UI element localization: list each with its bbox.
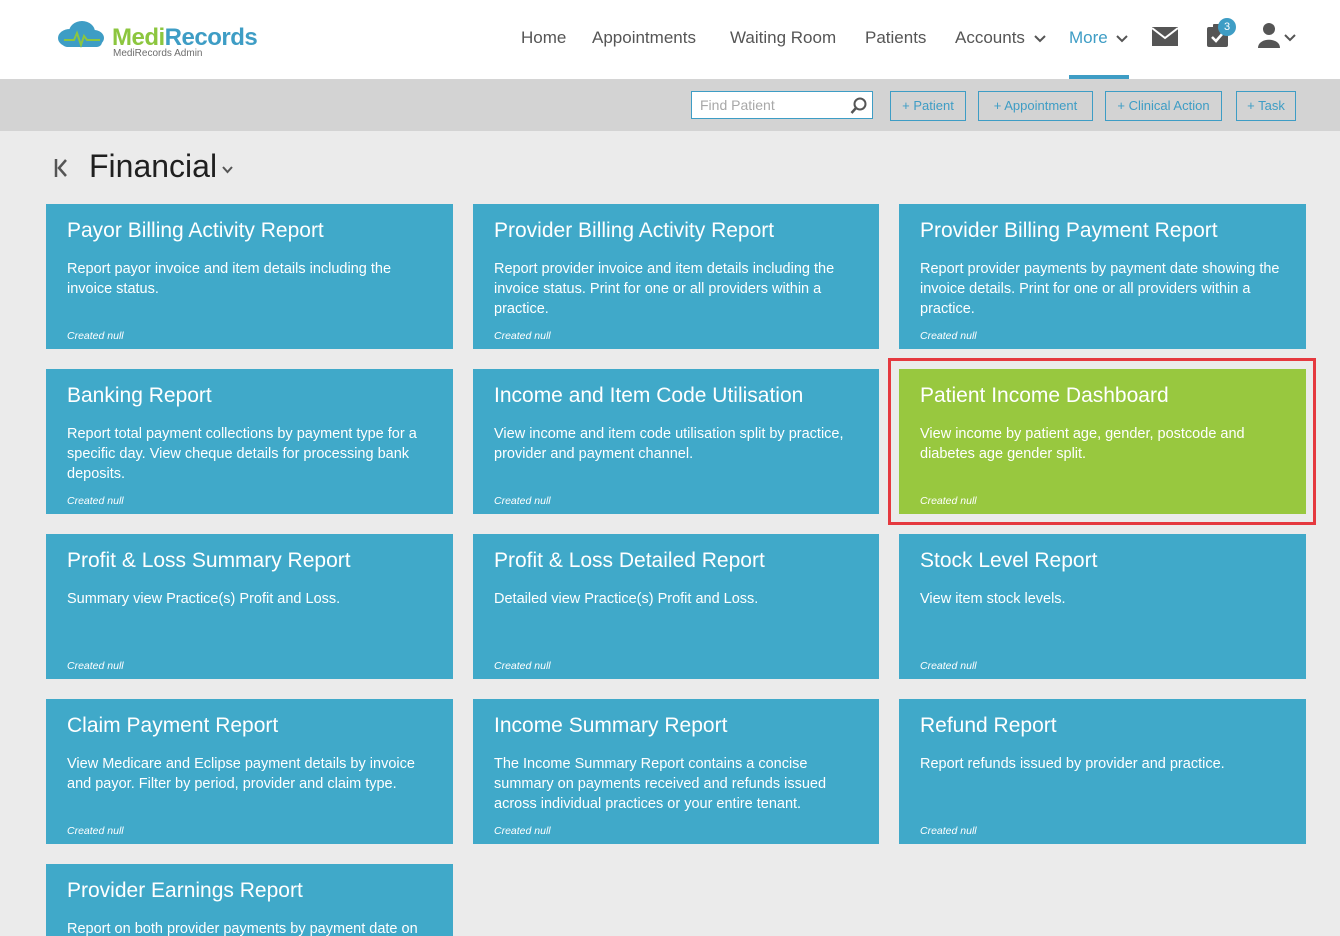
card-description: Report refunds issued by provider and pr… [920, 756, 1225, 772]
nav-home[interactable]: Home [521, 28, 566, 48]
report-card-banking[interactable]: Banking Report Report total payment coll… [46, 369, 453, 514]
report-card-income-summary[interactable]: Income Summary Report The Income Summary… [473, 699, 879, 844]
report-card-provider-billing-activity[interactable]: Provider Billing Activity Report Report … [473, 204, 879, 349]
nav-more[interactable]: More [1069, 28, 1129, 48]
find-patient-input[interactable] [692, 92, 850, 118]
card-title: Banking Report [67, 384, 212, 407]
search-icon[interactable] [850, 97, 868, 115]
nav-accounts-label: Accounts [955, 28, 1025, 47]
card-created-label: Created null [67, 660, 124, 672]
tasks-count-badge: 3 [1218, 18, 1236, 36]
card-description: View income and item code utilisation sp… [494, 426, 844, 462]
card-description: Summary view Practice(s) Profit and Loss… [67, 591, 341, 607]
card-title: Patient Income Dashboard [920, 384, 1169, 407]
nav-accounts[interactable]: Accounts [955, 28, 1046, 48]
report-card-patient-income-dashboard[interactable]: Patient Income Dashboard View income by … [899, 369, 1306, 514]
card-created-label: Created null [494, 495, 551, 507]
card-title: Provider Earnings Report [67, 879, 303, 902]
chevron-down-icon[interactable] [222, 166, 233, 174]
report-card-provider-earnings[interactable]: Provider Earnings Report Report on both … [46, 864, 453, 936]
card-description: Report provider invoice and item details… [494, 261, 835, 317]
card-created-label: Created null [920, 825, 977, 837]
card-title: Income Summary Report [494, 714, 728, 737]
add-task-button[interactable]: + Task [1236, 91, 1296, 121]
report-card-profit-loss-detailed[interactable]: Profit & Loss Detailed Report Detailed v… [473, 534, 879, 679]
card-title: Stock Level Report [920, 549, 1098, 572]
nav-waiting-room[interactable]: Waiting Room [730, 28, 836, 48]
find-patient-box [691, 91, 873, 119]
card-description: Detailed view Practice(s) Profit and Los… [494, 591, 759, 607]
card-created-label: Created null [494, 825, 551, 837]
chevron-down-icon [1116, 34, 1129, 42]
main-nav: Home Appointments Waiting Room Patients … [0, 28, 1340, 52]
card-created-label: Created null [494, 660, 551, 672]
nav-appointments[interactable]: Appointments [592, 28, 696, 48]
card-created-label: Created null [67, 495, 124, 507]
card-description: The Income Summary Report contains a con… [494, 756, 827, 812]
report-card-income-item-code-utilisation[interactable]: Income and Item Code Utilisation View in… [473, 369, 879, 514]
card-title: Profit & Loss Summary Report [67, 549, 351, 572]
report-card-profit-loss-summary[interactable]: Profit & Loss Summary Report Summary vie… [46, 534, 453, 679]
card-title: Income and Item Code Utilisation [494, 384, 804, 407]
add-appointment-button[interactable]: + Appointment [978, 91, 1093, 121]
active-nav-indicator [1069, 75, 1129, 79]
card-title: Provider Billing Payment Report [920, 219, 1218, 242]
card-created-label: Created null [920, 660, 977, 672]
card-description: Report total payment collections by paym… [67, 426, 417, 482]
card-title: Provider Billing Activity Report [494, 219, 775, 242]
card-title: Profit & Loss Detailed Report [494, 549, 765, 572]
user-menu[interactable] [1258, 22, 1298, 50]
page-title: Financial [89, 148, 218, 184]
card-title: Refund Report [920, 714, 1057, 737]
nav-patients[interactable]: Patients [865, 28, 926, 48]
card-created-label: Created null [494, 330, 551, 342]
nav-more-label: More [1069, 28, 1108, 47]
card-created-label: Created null [920, 330, 977, 342]
report-card-payor-billing-activity[interactable]: Payor Billing Activity Report Report pay… [46, 204, 453, 349]
report-card-refund[interactable]: Refund Report Report refunds issued by p… [899, 699, 1306, 844]
user-avatar-icon [1258, 23, 1280, 48]
card-title: Payor Billing Activity Report [67, 219, 324, 242]
collapse-left-icon[interactable] [54, 158, 68, 178]
card-created-label: Created null [920, 495, 977, 507]
card-title: Claim Payment Report [67, 714, 279, 737]
card-description: View income by patient age, gender, post… [920, 426, 1245, 462]
card-description: View item stock levels. [920, 591, 1066, 607]
card-description: Report on both provider payments by paym… [67, 921, 418, 936]
report-card-claim-payment[interactable]: Claim Payment Report View Medicare and E… [46, 699, 453, 844]
add-patient-button[interactable]: + Patient [890, 91, 966, 121]
report-card-stock-level[interactable]: Stock Level Report View item stock level… [899, 534, 1306, 679]
chevron-down-icon [1284, 34, 1296, 42]
card-description: View Medicare and Eclipse payment detail… [67, 756, 415, 792]
card-description: Report payor invoice and item details in… [67, 261, 392, 297]
add-clinical-action-button[interactable]: + Clinical Action [1105, 91, 1222, 121]
card-description: Report provider payments by payment date… [920, 261, 1280, 317]
card-created-label: Created null [67, 330, 124, 342]
quick-action-bar: + Patient + Appointment + Clinical Actio… [0, 80, 1340, 131]
envelope-icon[interactable] [1152, 27, 1178, 46]
chevron-down-icon [1033, 34, 1046, 42]
top-navigation-bar: MediRecords MediRecords Admin Home Appoi… [0, 0, 1340, 80]
card-created-label: Created null [67, 825, 124, 837]
report-card-provider-billing-payment[interactable]: Provider Billing Payment Report Report p… [899, 204, 1306, 349]
